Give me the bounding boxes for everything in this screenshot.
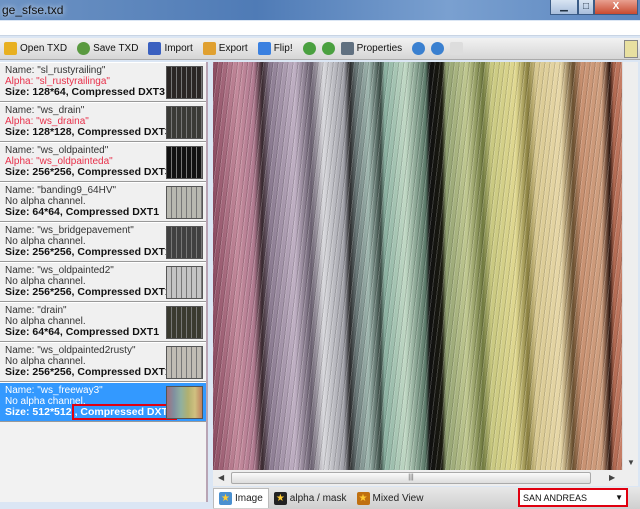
texture-list-item[interactable]: Name: "ws_oldpainted" Alpha: "ws_oldpain… xyxy=(0,142,206,182)
properties-button[interactable]: Properties xyxy=(340,42,403,55)
scroll-down-arrow-icon[interactable]: ▼ xyxy=(627,458,635,467)
minimize-button[interactable]: ▁ xyxy=(550,0,578,15)
texture-list-item[interactable]: Name: "ws_freeway3" No alpha channel. Siz… xyxy=(0,382,206,422)
tab-label: alpha / mask xyxy=(289,492,347,504)
game-select-value: SAN ANDREAS xyxy=(523,493,588,503)
texture-list-item[interactable]: Name: "ws_oldpainted2rusty" No alpha cha… xyxy=(0,342,206,382)
zoom-in-icon xyxy=(412,42,426,55)
scroll-right-arrow-icon[interactable]: ▶ xyxy=(609,473,615,482)
arrow-down-icon xyxy=(257,42,271,55)
fit-button[interactable] xyxy=(450,42,466,55)
toolbar-label: Properties xyxy=(356,43,403,54)
fit-icon xyxy=(450,42,464,55)
star-icon: ★ xyxy=(273,491,287,505)
viewer-tabs: ★ Image ★ alpha / mask ★ Mixed View SAN ANDRE… xyxy=(213,487,640,509)
flip-button[interactable]: Flip! xyxy=(257,42,293,55)
add-circle-icon xyxy=(302,42,316,55)
texture-list-item[interactable]: Name: "drain" No alpha channel. Size: 64*… xyxy=(0,302,206,342)
toolbar-label: Open TXD xyxy=(20,43,68,54)
texture-preview xyxy=(213,62,622,470)
tab-label: Image xyxy=(235,493,263,504)
tab-label: Mixed View xyxy=(372,492,424,504)
game-select-dropdown[interactable]: SAN ANDREAS ▼ xyxy=(518,488,628,507)
texture-list[interactable]: Name: "sl_rustyrailing" Alpha: "sl_rusty… xyxy=(0,62,208,502)
tab-mixed-view[interactable]: ★ Mixed View xyxy=(352,488,429,508)
close-button[interactable]: X xyxy=(594,0,638,15)
texture-thumbnail xyxy=(166,186,203,219)
toolbar-label: Save TXD xyxy=(93,43,139,54)
horizontal-scrollbar[interactable]: ◀ ||| ▶ xyxy=(213,470,638,486)
star-icon: ★ xyxy=(219,492,232,505)
folder-open-icon xyxy=(4,42,17,55)
maximize-button[interactable]: □ xyxy=(578,0,594,15)
export-icon xyxy=(202,42,216,55)
vertical-scrollbar[interactable]: ▼ xyxy=(622,62,638,470)
texture-thumbnail xyxy=(166,386,203,419)
import-button[interactable]: Import xyxy=(148,42,193,55)
texture-thumbnail xyxy=(166,226,203,259)
texture-list-item[interactable]: Name: "ws_oldpainted2" No alpha channel.… xyxy=(0,262,206,302)
import-icon xyxy=(148,42,162,55)
texture-thumbnail xyxy=(166,106,203,139)
export-button[interactable]: Export xyxy=(202,42,248,55)
star-icon: ★ xyxy=(356,491,370,505)
toolbar-label: Export xyxy=(218,43,248,54)
properties-icon xyxy=(340,42,354,55)
texture-thumbnail xyxy=(166,146,203,179)
toolbar: Open TXD Save TXD Import Export Flip! Propert… xyxy=(0,38,640,60)
texture-thumbnail xyxy=(166,66,203,99)
toolbar-label: Flip! xyxy=(273,43,293,54)
title-bar: ge_sfse.txd ▁ □ X xyxy=(0,0,640,20)
texture-list-item[interactable]: Name: "banding9_64HV" No alpha channel. S… xyxy=(0,182,206,222)
menu-bar xyxy=(0,21,640,36)
texture-list-item[interactable]: Name: "ws_drain" Alpha: "ws_draina" Size:… xyxy=(0,102,206,142)
texture-thumbnail xyxy=(166,306,203,339)
texture-size: Size: 512*512 xyxy=(5,406,72,418)
toolbar-overflow-icon[interactable] xyxy=(624,40,638,58)
remove-circle-button[interactable] xyxy=(321,42,338,55)
add-circle-button[interactable] xyxy=(302,42,319,55)
texture-format-highlight: , Compressed DXT1 xyxy=(71,404,177,420)
zoom-out-icon xyxy=(431,42,445,55)
texture-thumbnail xyxy=(166,266,203,299)
texture-list-item[interactable]: Name: "ws_bridgepavement" No alpha chann… xyxy=(0,222,206,262)
tab-alpha-mask[interactable]: ★ alpha / mask xyxy=(269,488,352,508)
zoom-in-button[interactable] xyxy=(412,42,428,55)
open-txd-button[interactable]: Open TXD xyxy=(4,42,67,55)
remove-circle-icon xyxy=(321,42,335,55)
toolbar-label: Import xyxy=(164,43,193,54)
tab-image[interactable]: ★ Image xyxy=(213,488,269,508)
scroll-thumb[interactable]: ||| xyxy=(231,472,591,484)
chevron-down-icon: ▼ xyxy=(615,493,623,502)
texture-list-item[interactable]: Name: "sl_rustyrailing" Alpha: "sl_rusty… xyxy=(0,62,206,102)
texture-thumbnail xyxy=(166,346,203,379)
save-disc-icon xyxy=(77,42,91,55)
zoom-out-button[interactable] xyxy=(431,42,447,55)
scroll-left-arrow-icon[interactable]: ◀ xyxy=(218,473,224,482)
window-title: ge_sfse.txd xyxy=(2,3,64,17)
save-txd-button[interactable]: Save TXD xyxy=(77,42,138,55)
